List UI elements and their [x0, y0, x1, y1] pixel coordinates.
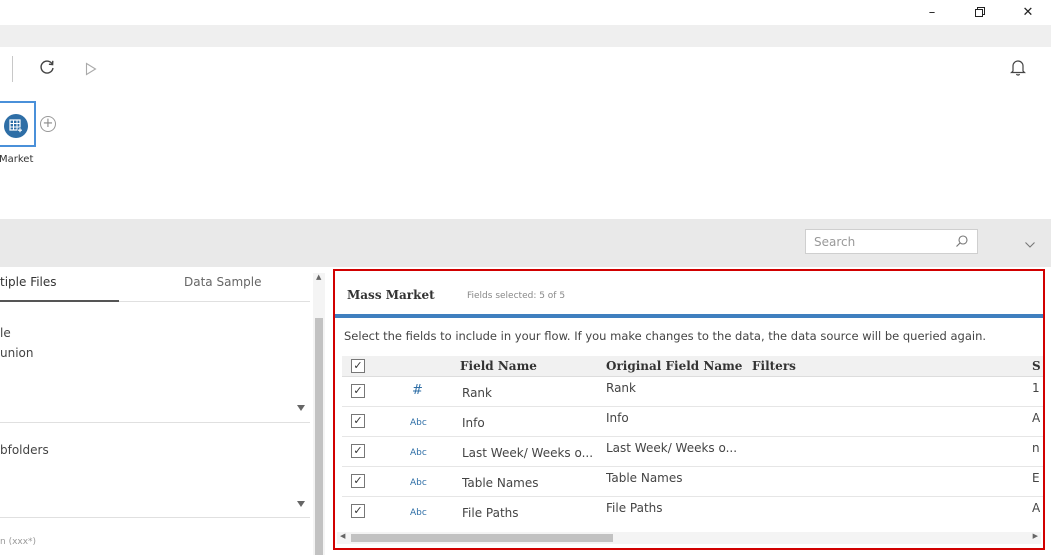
fields-panel: Mass Market Fields selected: 5 of 5 Sele…	[333, 269, 1045, 550]
refresh-button[interactable]	[38, 58, 56, 80]
original-name-cell: Last Week/ Weeks o...	[606, 441, 738, 455]
table-row[interactable]: ✓ Abc Info Info A	[342, 407, 1043, 437]
scrollbar-thumb[interactable]	[351, 534, 613, 542]
minimize-icon: –	[928, 5, 936, 20]
sample-cell: A	[1032, 501, 1041, 515]
option-text[interactable]: le	[0, 326, 11, 340]
settings-panel: tiple Files Data Sample le union bfolder…	[0, 267, 332, 555]
close-button[interactable]: ✕	[1006, 0, 1050, 25]
horizontal-scrollbar[interactable]: ◀ ▶	[337, 532, 1041, 544]
field-checkbox[interactable]: ✓	[351, 414, 365, 428]
toolbar	[0, 47, 1051, 91]
table-header: ✓ Field Name Original Field Name Filters…	[342, 356, 1043, 377]
pattern-placeholder[interactable]: n (xxx*)	[0, 537, 36, 547]
sample-cell: n	[1032, 441, 1040, 455]
minimize-button[interactable]: –	[910, 0, 954, 25]
field-name-cell[interactable]: Table Names	[462, 476, 592, 490]
input-node[interactable]	[0, 101, 36, 147]
collapse-button[interactable]	[1024, 234, 1036, 253]
section-divider	[0, 422, 310, 423]
original-name-cell: Rank	[606, 381, 636, 395]
notifications-button[interactable]	[1010, 58, 1026, 80]
panel-description: Select the fields to include in your flo…	[344, 329, 987, 343]
dropdown-arrow-icon[interactable]	[297, 501, 305, 507]
original-name-cell: Info	[606, 411, 629, 425]
sample-cell: E	[1032, 471, 1040, 485]
column-header-original-field-name[interactable]: Original Field Name	[606, 359, 742, 373]
field-checkbox[interactable]: ✓	[351, 504, 365, 518]
column-header-field-name[interactable]: Field Name	[460, 359, 537, 373]
table-row[interactable]: ✓ Abc File Paths File Paths A	[342, 497, 1043, 527]
tab-label: tiple Files	[0, 275, 57, 289]
field-checkbox[interactable]: ✓	[351, 444, 365, 458]
accent-bar	[335, 314, 1043, 318]
close-icon: ✕	[1022, 5, 1034, 20]
sample-cell: 1	[1032, 381, 1040, 395]
panel-title: Mass Market	[347, 288, 435, 302]
menu-bar	[0, 25, 1051, 47]
flow-canvas[interactable]: + Market	[0, 91, 1051, 219]
number-type-icon: #	[412, 383, 423, 398]
field-name-cell[interactable]: Info	[462, 416, 592, 430]
table-row[interactable]: ✓ # Rank Rank 1	[342, 377, 1043, 407]
toolbar-divider	[12, 56, 13, 82]
table-row[interactable]: ✓ Abc Last Week/ Weeks o... Last Week/ W…	[342, 437, 1043, 467]
plus-circle-icon[interactable]: +	[40, 116, 56, 132]
sample-cell: A	[1032, 411, 1041, 425]
field-name-cell[interactable]: Last Week/ Weeks o...	[462, 446, 602, 460]
string-type-icon: Abc	[410, 418, 427, 428]
option-text[interactable]: bfolders	[0, 443, 49, 457]
string-type-icon: Abc	[410, 478, 427, 488]
active-tab-indicator	[0, 300, 119, 302]
bell-icon	[1010, 60, 1026, 76]
dropdown-arrow-icon[interactable]	[297, 405, 305, 411]
search-input[interactable]: Search	[805, 229, 978, 254]
play-icon	[85, 62, 97, 76]
scroll-right-icon[interactable]: ▶	[1033, 532, 1038, 540]
scroll-left-icon[interactable]: ◀	[340, 532, 345, 540]
tab-data-sample[interactable]: Data Sample	[184, 267, 261, 301]
search-placeholder: Search	[814, 235, 856, 249]
field-name-cell[interactable]: Rank	[462, 386, 592, 400]
restore-icon	[974, 7, 985, 17]
fields-selected-count: Fields selected: 5 of 5	[467, 291, 566, 301]
refresh-icon	[40, 60, 54, 74]
restore-button[interactable]	[958, 0, 1002, 25]
field-checkbox[interactable]: ✓	[351, 474, 365, 488]
title-bar: – ✕	[0, 0, 1051, 25]
string-type-icon: Abc	[410, 508, 427, 518]
tab-multiple-files[interactable]: tiple Files	[0, 267, 57, 301]
node-label: Market	[0, 154, 34, 165]
original-name-cell: Table Names	[606, 471, 683, 485]
scrollbar-thumb[interactable]	[315, 318, 323, 555]
table-row[interactable]: ✓ Abc Table Names Table Names E	[342, 467, 1043, 497]
field-name-cell[interactable]: File Paths	[462, 506, 592, 520]
column-header-sample[interactable]: S	[1032, 359, 1041, 373]
option-text[interactable]: union	[0, 346, 34, 360]
fields-panel-header: Mass Market Fields selected: 5 of 5	[335, 271, 1043, 313]
vertical-scrollbar[interactable]: ▲	[313, 273, 325, 555]
field-checkbox[interactable]: ✓	[351, 384, 365, 398]
search-icon	[956, 235, 968, 247]
string-type-icon: Abc	[410, 448, 427, 458]
section-divider	[0, 517, 310, 518]
table-add-icon	[4, 114, 28, 138]
profile-pane-header: Search	[0, 219, 1051, 267]
scroll-up-icon[interactable]: ▲	[316, 273, 321, 281]
run-flow-button[interactable]	[85, 61, 97, 80]
tab-label: Data Sample	[184, 275, 262, 289]
original-name-cell: File Paths	[606, 501, 663, 515]
column-header-filters[interactable]: Filters	[752, 359, 796, 373]
select-all-checkbox[interactable]: ✓	[351, 359, 365, 373]
chevron-down-icon	[1025, 242, 1035, 248]
